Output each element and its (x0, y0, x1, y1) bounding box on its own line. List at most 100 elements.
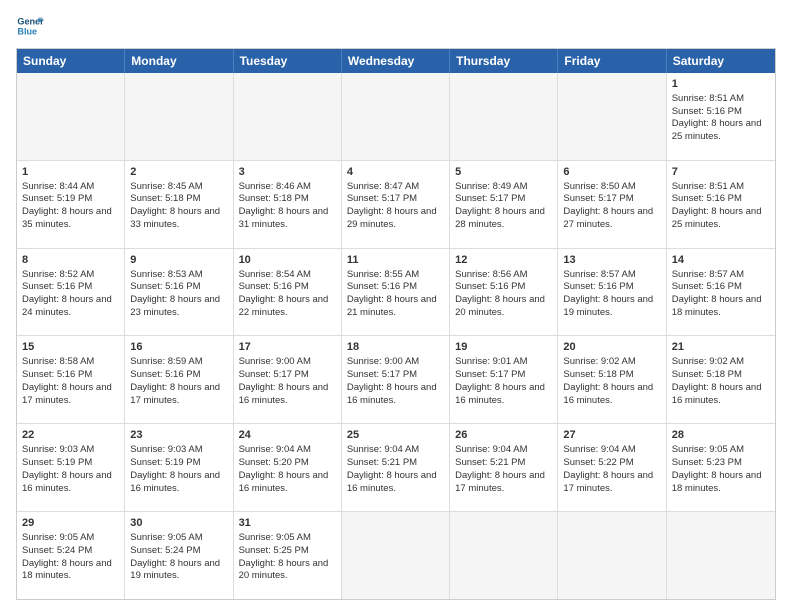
empty-cell (667, 512, 775, 599)
day-cell-16: 16Sunrise: 8:59 AM Sunset: 5:16 PM Dayli… (125, 336, 233, 423)
day-cell-2: 2Sunrise: 8:45 AM Sunset: 5:18 PM Daylig… (125, 161, 233, 248)
day-info: Sunrise: 8:57 AM Sunset: 5:16 PM Dayligh… (672, 269, 762, 318)
day-number: 21 (672, 340, 770, 355)
day-info: Sunrise: 9:04 AM Sunset: 5:21 PM Dayligh… (455, 444, 545, 493)
day-info: Sunrise: 9:05 AM Sunset: 5:25 PM Dayligh… (239, 532, 329, 581)
day-number: 14 (672, 253, 770, 268)
calendar-week-3: 15Sunrise: 8:58 AM Sunset: 5:16 PM Dayli… (17, 335, 775, 423)
empty-cell (558, 512, 666, 599)
day-info: Sunrise: 8:51 AM Sunset: 5:16 PM Dayligh… (672, 93, 762, 142)
day-number: 26 (455, 428, 552, 443)
day-info: Sunrise: 8:49 AM Sunset: 5:17 PM Dayligh… (455, 181, 545, 230)
page: General Blue SundayMondayTuesdayWednesda… (0, 0, 792, 612)
day-number: 6 (563, 165, 660, 180)
day-cell-7: 7Sunrise: 8:51 AM Sunset: 5:16 PM Daylig… (667, 161, 775, 248)
day-cell-1: 1Sunrise: 8:44 AM Sunset: 5:19 PM Daylig… (17, 161, 125, 248)
day-cell-30: 30Sunrise: 9:05 AM Sunset: 5:24 PM Dayli… (125, 512, 233, 599)
day-number: 9 (130, 253, 227, 268)
calendar-week-5: 29 Sunrise: 9:05 AM Sunset: 5:24 PM Dayli… (17, 511, 775, 599)
day-number: 12 (455, 253, 552, 268)
day-info: Sunrise: 8:56 AM Sunset: 5:16 PM Dayligh… (455, 269, 545, 318)
empty-cell (234, 73, 342, 160)
day-info: Sunrise: 9:03 AM Sunset: 5:19 PM Dayligh… (22, 444, 112, 493)
day-number: 3 (239, 165, 336, 180)
day-number: 17 (239, 340, 336, 355)
calendar-week-1: 1Sunrise: 8:44 AM Sunset: 5:19 PM Daylig… (17, 160, 775, 248)
day-number: 27 (563, 428, 660, 443)
day-number: 8 (22, 253, 119, 268)
day-info: Sunrise: 8:52 AM Sunset: 5:16 PM Dayligh… (22, 269, 112, 318)
day-info: Sunrise: 9:02 AM Sunset: 5:18 PM Dayligh… (563, 356, 653, 405)
day-cell-3: 3Sunrise: 8:46 AM Sunset: 5:18 PM Daylig… (234, 161, 342, 248)
day-header-tuesday: Tuesday (234, 49, 342, 73)
day-number: 24 (239, 428, 336, 443)
day-cell-26: 26Sunrise: 9:04 AM Sunset: 5:21 PM Dayli… (450, 424, 558, 511)
day-number: 4 (347, 165, 444, 180)
empty-cell (342, 512, 450, 599)
day-cell-9: 9Sunrise: 8:53 AM Sunset: 5:16 PM Daylig… (125, 249, 233, 336)
day-number: 25 (347, 428, 444, 443)
day-number: 16 (130, 340, 227, 355)
day-number: 22 (22, 428, 119, 443)
day-info: Sunrise: 8:59 AM Sunset: 5:16 PM Dayligh… (130, 356, 220, 405)
day-cell-10: 10Sunrise: 8:54 AM Sunset: 5:16 PM Dayli… (234, 249, 342, 336)
day-info: Sunrise: 9:01 AM Sunset: 5:17 PM Dayligh… (455, 356, 545, 405)
day-info: Sunrise: 9:00 AM Sunset: 5:17 PM Dayligh… (347, 356, 437, 405)
day-header-wednesday: Wednesday (342, 49, 450, 73)
empty-cell (450, 73, 558, 160)
day-number: 19 (455, 340, 552, 355)
empty-cell (17, 73, 125, 160)
day-header-saturday: Saturday (667, 49, 775, 73)
day-number: 7 (672, 165, 770, 180)
day-header-monday: Monday (125, 49, 233, 73)
empty-cell (125, 73, 233, 160)
day-number: 30 (130, 516, 227, 531)
day-info: Sunrise: 9:05 AM Sunset: 5:24 PM Dayligh… (130, 532, 220, 581)
day-cell-12: 12Sunrise: 8:56 AM Sunset: 5:16 PM Dayli… (450, 249, 558, 336)
day-number: 18 (347, 340, 444, 355)
day-info: Sunrise: 8:46 AM Sunset: 5:18 PM Dayligh… (239, 181, 329, 230)
day-info: Sunrise: 8:53 AM Sunset: 5:16 PM Dayligh… (130, 269, 220, 318)
day-number: 1 (672, 77, 770, 92)
day-number: 29 (22, 516, 119, 531)
day-cell-20: 20Sunrise: 9:02 AM Sunset: 5:18 PM Dayli… (558, 336, 666, 423)
day-number: 13 (563, 253, 660, 268)
day-cell-8: 8Sunrise: 8:52 AM Sunset: 5:16 PM Daylig… (17, 249, 125, 336)
day-number: 28 (672, 428, 770, 443)
day-info: Sunrise: 8:57 AM Sunset: 5:16 PM Dayligh… (563, 269, 653, 318)
day-number: 10 (239, 253, 336, 268)
day-cell-11: 11Sunrise: 8:55 AM Sunset: 5:16 PM Dayli… (342, 249, 450, 336)
day-info: Sunrise: 8:54 AM Sunset: 5:16 PM Dayligh… (239, 269, 329, 318)
day-cell-24: 24Sunrise: 9:04 AM Sunset: 5:20 PM Dayli… (234, 424, 342, 511)
day-number: 15 (22, 340, 119, 355)
day-number: 11 (347, 253, 444, 268)
day-number: 20 (563, 340, 660, 355)
logo-icon: General Blue (16, 12, 44, 40)
day-number: 23 (130, 428, 227, 443)
day-cell-13: 13Sunrise: 8:57 AM Sunset: 5:16 PM Dayli… (558, 249, 666, 336)
logo: General Blue (16, 12, 44, 40)
day-info: Sunrise: 8:50 AM Sunset: 5:17 PM Dayligh… (563, 181, 653, 230)
day-cell-15: 15Sunrise: 8:58 AM Sunset: 5:16 PM Dayli… (17, 336, 125, 423)
day-cell-14: 14Sunrise: 8:57 AM Sunset: 5:16 PM Dayli… (667, 249, 775, 336)
day-cell-28: 28Sunrise: 9:05 AM Sunset: 5:23 PM Dayli… (667, 424, 775, 511)
day-cell-22: 22Sunrise: 9:03 AM Sunset: 5:19 PM Dayli… (17, 424, 125, 511)
day-info: Sunrise: 8:44 AM Sunset: 5:19 PM Dayligh… (22, 181, 112, 230)
day-number: 1 (22, 165, 119, 180)
day-info: Sunrise: 8:58 AM Sunset: 5:16 PM Dayligh… (22, 356, 112, 405)
day-cell-21: 21Sunrise: 9:02 AM Sunset: 5:18 PM Dayli… (667, 336, 775, 423)
day-cell-23: 23Sunrise: 9:03 AM Sunset: 5:19 PM Dayli… (125, 424, 233, 511)
empty-cell (558, 73, 666, 160)
day-info: Sunrise: 9:04 AM Sunset: 5:21 PM Dayligh… (347, 444, 437, 493)
day-info: Sunrise: 8:47 AM Sunset: 5:17 PM Dayligh… (347, 181, 437, 230)
day-number: 2 (130, 165, 227, 180)
calendar-week-0: 1Sunrise: 8:51 AM Sunset: 5:16 PM Daylig… (17, 73, 775, 160)
day-cell-4: 4Sunrise: 8:47 AM Sunset: 5:17 PM Daylig… (342, 161, 450, 248)
day-info: Sunrise: 9:02 AM Sunset: 5:18 PM Dayligh… (672, 356, 762, 405)
day-cell-19: 19Sunrise: 9:01 AM Sunset: 5:17 PM Dayli… (450, 336, 558, 423)
day-number: 5 (455, 165, 552, 180)
day-info: Sunrise: 8:51 AM Sunset: 5:16 PM Dayligh… (672, 181, 762, 230)
day-cell-25: 25Sunrise: 9:04 AM Sunset: 5:21 PM Dayli… (342, 424, 450, 511)
day-info: Sunrise: 9:05 AM Sunset: 5:23 PM Dayligh… (672, 444, 762, 493)
day-header-friday: Friday (558, 49, 666, 73)
